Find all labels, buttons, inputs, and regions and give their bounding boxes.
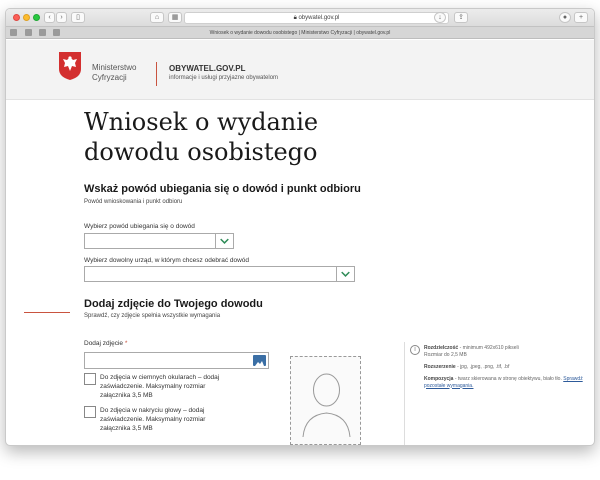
minimize-window-button[interactable] — [23, 14, 30, 21]
chevron-down-icon — [336, 267, 350, 281]
info-icon: i — [410, 345, 420, 355]
reason-label: Wybierz powód ubiegania się o dowód — [84, 223, 195, 230]
info-comp-text: - twarz skierowana w stronę obiektywu, b… — [454, 376, 562, 382]
office-label: Wybierz dowolny urząd, w którym chcesz o… — [84, 257, 250, 264]
info-ext-label: Rozszerzenie — [424, 364, 456, 370]
site-tagline: informacje i usługi przyjazne obywatelom — [169, 75, 279, 81]
photo-placeholder[interactable] — [290, 356, 361, 445]
photo-label: Dodaj zdjęcie * — [84, 340, 127, 347]
image-upload-icon[interactable] — [253, 355, 266, 366]
section-subheading-reason: Powód wnioskowania i punkt odbioru — [84, 199, 183, 205]
sunglasses-checkbox-label: Do zdjęcia w ciemnych okularach – dodaj … — [100, 374, 220, 399]
info-composition: Kompozycja - twarz skierowana w stronę o… — [424, 376, 584, 389]
section-accent-line — [24, 312, 70, 313]
section-heading-reason: Wskaż powód ubiegania się o dowód i punk… — [84, 183, 361, 195]
zoom-window-button[interactable] — [33, 14, 40, 21]
headwear-checkbox[interactable] — [84, 406, 96, 418]
info-resolution-label: Rozdzielczość — [424, 345, 459, 351]
share-icon[interactable]: ⇪ — [454, 12, 468, 23]
info-comp-label: Kompozycja — [424, 376, 454, 382]
site-name[interactable]: OBYWATEL.GOV.PL — [169, 64, 245, 73]
address-bar[interactable]: 🔒︎ obywatel.gov.pl ↻ — [184, 12, 449, 24]
photo-file-input[interactable] — [84, 352, 269, 369]
info-resolution-text: - minimum 492x610 pikseli — [459, 345, 519, 351]
chevron-down-icon — [215, 234, 229, 248]
browser-window: ‹ › ▯ ⌂ ▦ 🔒︎ obywatel.gov.pl ↻ ↓ ⇪ ● + W… — [5, 8, 595, 446]
ministry-name-line2: Cyfryzacji — [92, 73, 127, 82]
info-resolution: Rozdzielczość - minimum 492x610 pikseli … — [424, 345, 584, 358]
extension-icon[interactable]: ● — [559, 12, 571, 23]
page-title: Wniosek o wydanie dowodu osobistego — [84, 107, 364, 167]
forward-icon[interactable]: › — [56, 12, 67, 23]
sunglasses-checkbox[interactable] — [84, 373, 96, 385]
ministry-name-line1: Ministerstwo — [92, 63, 137, 72]
office-select[interactable] — [84, 266, 355, 282]
browser-toolbar: ‹ › ▯ ⌂ ▦ 🔒︎ obywatel.gov.pl ↻ ↓ ⇪ ● + — [6, 9, 594, 27]
new-tab-icon[interactable]: + — [574, 12, 588, 23]
header-divider — [156, 62, 157, 86]
section-heading-photo: Dodaj zdjęcie do Twojego dowodu — [84, 298, 263, 310]
close-window-button[interactable] — [13, 14, 20, 21]
page-title-line2: dowodu osobistego — [84, 138, 318, 166]
tab-bar: Wniosek o wydanie dowodu osobistego | Mi… — [6, 27, 594, 39]
tab-title[interactable]: Wniosek o wydanie dowodu osobistego | Mi… — [6, 27, 594, 39]
reason-select[interactable] — [84, 233, 234, 249]
section-subheading-photo: Sprawdź, czy zdjęcie spełnia wszystkie w… — [84, 313, 221, 319]
ministry-name[interactable]: Ministerstwo Cyfryzacji — [92, 63, 136, 83]
address-url: obywatel.gov.pl — [298, 15, 340, 21]
photo-label-text: Dodaj zdjęcie — [84, 340, 124, 347]
tabs-overview-icon[interactable]: ▦ — [168, 12, 182, 23]
sidebar-icon[interactable]: ▯ — [71, 12, 85, 23]
info-ext-text: - jpg, .jpeg, .png, .tif, .bf — [457, 364, 510, 370]
info-extension: Rozszerzenie - jpg, .jpeg, .png, .tif, .… — [424, 364, 584, 371]
back-icon[interactable]: ‹ — [44, 12, 55, 23]
home-icon[interactable]: ⌂ — [150, 12, 164, 23]
polish-eagle-emblem-icon[interactable] — [58, 51, 82, 81]
headwear-checkbox-label: Do zdjęcia w nakryciu głowy – dodaj zaśw… — [100, 407, 206, 432]
page-title-line1: Wniosek o wydanie — [84, 108, 319, 136]
info-divider — [404, 342, 405, 445]
download-icon[interactable]: ↓ — [434, 12, 446, 23]
lock-icon: 🔒︎ — [293, 15, 297, 21]
site-header: Ministerstwo Cyfryzacji OBYWATEL.GOV.PL … — [6, 40, 594, 100]
required-mark: * — [124, 340, 128, 347]
person-silhouette-icon — [302, 373, 351, 438]
info-size-text: Rozmiar do 2,5 MB — [424, 351, 467, 358]
